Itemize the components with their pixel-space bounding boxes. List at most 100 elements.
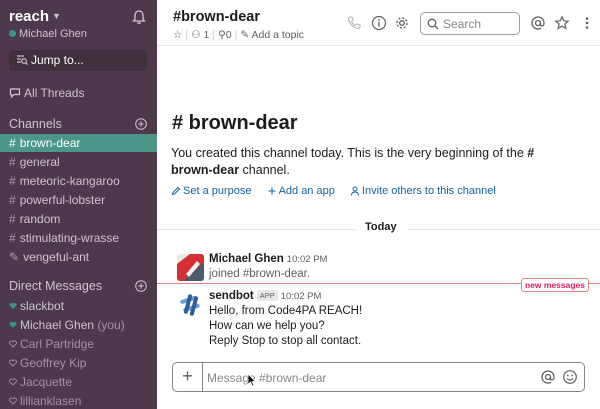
presence-away-icon <box>9 397 17 405</box>
dm-item[interactable]: Michael Ghen (you) <box>0 316 157 334</box>
add-topic-label: Add a topic <box>251 29 305 41</box>
hash-icon: # <box>9 212 16 226</box>
channel-item[interactable]: ✎ vengeful-ant <box>0 248 157 266</box>
presence-away-icon <box>9 340 17 348</box>
intro-text: You created this channel today. This is … <box>171 145 571 179</box>
channel-item[interactable]: # stimulating-wrasse <box>0 229 157 247</box>
pin-icon: ⚲ <box>218 29 226 41</box>
message-header: sendbot APP 10:02 PM <box>209 290 321 302</box>
add-channel-icon[interactable] <box>135 118 147 130</box>
search-icon <box>427 18 439 30</box>
add-dm-icon[interactable] <box>135 280 147 292</box>
message-composer: + <box>172 362 585 392</box>
intro-actions: Set a purpose Add an app Invite others t… <box>171 185 508 197</box>
team-name: reach <box>9 8 50 25</box>
all-threads-link[interactable]: All Threads <box>9 86 84 100</box>
channel-item[interactable]: # powerful-lobster <box>0 191 157 209</box>
channel-name: brown-dear <box>19 136 81 150</box>
add-app-label: Add an app <box>278 185 335 197</box>
channel-title[interactable]: #brown-dear <box>173 9 260 25</box>
jump-to-button[interactable]: Jump to... <box>9 50 147 71</box>
hash-icon: # <box>9 231 16 245</box>
message-text: Hello, from Code4PA REACH! <box>209 305 363 317</box>
message-text: joined #brown-dear. <box>209 268 311 280</box>
dm-name: Carl Partridge <box>20 337 95 351</box>
dm-item[interactable]: Carl Partridge <box>0 335 157 353</box>
person-icon <box>350 186 359 196</box>
plus-icon <box>268 187 276 195</box>
phone-icon[interactable] <box>346 15 362 31</box>
team-switcher[interactable]: reach ▼ <box>9 8 61 25</box>
pins-button[interactable]: ⚲0 <box>218 29 232 41</box>
heart-icon <box>9 302 17 309</box>
sidebar: reach ▼ Michael Ghen Jump to... All Threa… <box>0 0 157 409</box>
dm-item[interactable]: slackbot <box>0 297 157 315</box>
message-text: How can we help you? <box>209 320 325 332</box>
channel-name: meteoric-kangaroo <box>19 174 120 188</box>
avatar[interactable] <box>177 291 204 318</box>
attach-button[interactable]: + <box>173 363 203 391</box>
message-author[interactable]: sendbot <box>209 290 254 302</box>
channel-item[interactable]: # brown-dear <box>0 134 157 152</box>
presence-away-icon <box>9 378 17 386</box>
user-avatar-image <box>177 254 204 281</box>
message-time[interactable]: 10:02 PM <box>281 291 322 302</box>
info-icon[interactable] <box>371 15 387 31</box>
set-purpose-link[interactable]: Set a purpose <box>171 185 252 197</box>
channel-name: powerful-lobster <box>19 193 106 207</box>
direct-messages-header[interactable]: Direct Messages <box>9 279 102 293</box>
hash-icon: # <box>9 174 16 188</box>
channel-item[interactable]: # random <box>0 210 157 228</box>
add-topic-button[interactable]: ✎ Add a topic <box>240 29 304 41</box>
intro-title: # brown-dear <box>172 112 298 134</box>
chevron-down-icon: ▼ <box>52 11 61 21</box>
mouse-cursor-icon <box>247 373 257 387</box>
current-user[interactable]: Michael Ghen <box>9 28 87 40</box>
dm-name: Geoffrey Kip <box>20 356 87 370</box>
channels-header[interactable]: Channels <box>9 117 62 131</box>
set-purpose-label: Set a purpose <box>183 185 252 197</box>
dm-item[interactable]: lillianklasen <box>0 392 157 409</box>
star-outline-icon[interactable] <box>554 15 570 31</box>
channel-meta: ☆ | ⚇ 1 | ⚲0 | ✎ Add a topic <box>173 29 305 41</box>
emoji-icon[interactable] <box>562 369 578 385</box>
invite-others-link[interactable]: Invite others to this channel <box>350 185 496 197</box>
presence-active-icon <box>9 30 16 37</box>
dm-name: Michael Ghen <box>20 318 95 332</box>
channel-item[interactable]: # general <box>0 153 157 171</box>
bot-avatar-image <box>177 291 204 318</box>
dm-item[interactable]: Geoffrey Kip <box>0 354 157 372</box>
pin-count: 0 <box>225 29 232 41</box>
pencil-icon: ✎ <box>240 29 250 41</box>
more-vertical-icon[interactable] <box>579 15 595 31</box>
dm-suffix: (you) <box>97 318 125 332</box>
gear-icon[interactable] <box>394 15 410 31</box>
threads-icon <box>9 88 21 99</box>
message-time[interactable]: 10:02 PM <box>287 254 328 265</box>
avatar[interactable] <box>177 254 204 281</box>
dm-item[interactable]: Jacquette <box>0 373 157 391</box>
channel-name: general <box>19 155 60 169</box>
invite-others-label: Invite others to this channel <box>361 185 496 197</box>
bell-icon[interactable] <box>131 9 147 25</box>
channel-header: #brown-dear ☆ | ⚇ 1 | ⚲0 | ✎ Add a topic Searc… <box>157 0 600 46</box>
channel-item[interactable]: # meteoric-kangaroo <box>0 172 157 190</box>
mention-icon[interactable] <box>540 369 556 385</box>
new-messages-badge[interactable]: new messages <box>521 278 590 292</box>
channel-name: vengeful-ant <box>23 250 90 264</box>
members-button[interactable]: ⚇ 1 <box>191 29 209 41</box>
dm-name: Jacquette <box>20 375 73 389</box>
star-icon[interactable]: ☆ <box>173 29 182 41</box>
add-app-link[interactable]: Add an app <box>267 185 335 197</box>
channel-name: random <box>19 212 61 226</box>
message-author[interactable]: Michael Ghen <box>209 253 284 265</box>
mentions-icon[interactable] <box>530 15 546 31</box>
app-badge: APP <box>256 290 278 301</box>
current-user-name: Michael Ghen <box>19 28 87 40</box>
search-input[interactable]: Search <box>420 12 520 35</box>
member-icon: ⚇ <box>191 29 201 41</box>
pencil-icon: ✎ <box>9 250 20 264</box>
pencil-icon <box>171 186 181 196</box>
day-divider-label: Today <box>355 221 407 233</box>
dm-name: slackbot <box>20 299 65 313</box>
